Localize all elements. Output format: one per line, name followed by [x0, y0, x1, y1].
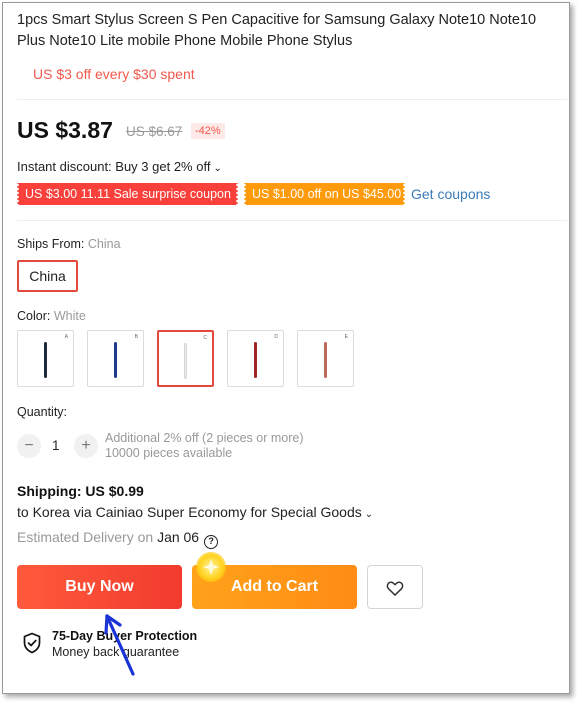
ships-from-title: Ships From: — [17, 237, 85, 251]
color-swatch-a[interactable]: A — [17, 330, 74, 387]
coupon-sale-surprise[interactable]: US $3.00 11.11 Sale surprise coupon — [16, 183, 239, 205]
original-price: US $6.67 — [126, 124, 183, 139]
quantity-discount-note: Additional 2% off (2 pieces or more) — [105, 431, 304, 445]
delivery-date: Jan 06 — [157, 529, 200, 545]
color-label: Color: White — [17, 309, 86, 323]
help-icon[interactable]: ? — [204, 535, 219, 549]
stylus-image — [114, 342, 117, 378]
color-value: White — [53, 309, 86, 323]
store-promo[interactable]: US $3 off every $30 spent — [33, 66, 195, 82]
ships-from-option-china[interactable]: China — [17, 260, 78, 292]
estimated-delivery: Estimated Delivery on Jan 06? — [17, 529, 219, 549]
color-title: Color: — [17, 309, 51, 323]
wishlist-button[interactable] — [367, 565, 423, 609]
swatch-tag: C — [203, 335, 207, 341]
coupon-store-discount[interactable]: US $1.00 off on US $45.00 — [243, 183, 406, 205]
stylus-image — [254, 342, 257, 378]
instant-discount-label: Instant discount: Buy 3 get 2% off — [17, 159, 211, 174]
shipping-method[interactable]: to Korea via Cainiao Super Economy for S… — [17, 504, 373, 520]
ships-from-label: Ships From: China — [17, 237, 121, 251]
swatch-tag: D — [274, 334, 278, 340]
product-title: 1pcs Smart Stylus Screen S Pen Capacitiv… — [17, 12, 537, 49]
get-coupons-link[interactable]: Get coupons — [411, 186, 490, 202]
stylus-image — [324, 342, 327, 378]
quantity-increase-button[interactable]: + — [74, 434, 98, 458]
quantity-note: Additional 2% off (2 pieces or more) 100… — [105, 431, 303, 461]
divider — [17, 220, 567, 221]
sparkle-icon — [196, 552, 226, 582]
discount-badge: -42% — [191, 123, 225, 139]
buy-now-button[interactable]: Buy Now — [17, 565, 182, 609]
swatch-tag: B — [134, 334, 138, 340]
stylus-image — [184, 343, 187, 379]
swatch-tag: E — [344, 334, 348, 340]
annotation-arrow-icon — [104, 614, 135, 676]
quantity-decrease-button[interactable]: − — [17, 434, 41, 458]
ships-from-value: China — [87, 237, 121, 251]
swatch-tag: A — [64, 334, 68, 340]
shield-check-icon — [23, 632, 41, 654]
color-swatch-d[interactable]: D — [227, 330, 284, 387]
chevron-down-icon: ⌄ — [213, 163, 222, 174]
shipping-route-label: to Korea via Cainiao Super Economy for S… — [17, 504, 362, 520]
color-swatch-b[interactable]: B — [87, 330, 144, 387]
quantity-available: 10000 pieces available — [105, 446, 233, 460]
divider — [17, 99, 567, 100]
color-swatch-e[interactable]: E — [297, 330, 354, 387]
quantity-value[interactable]: 1 — [52, 438, 60, 453]
chevron-down-icon: ⌄ — [364, 509, 374, 520]
shipping-cost: Shipping: US $0.99 — [17, 483, 144, 499]
quantity-label: Quantity: — [17, 405, 68, 419]
color-swatch-c-selected[interactable]: C — [157, 330, 214, 387]
current-price: US $3.87 — [17, 117, 113, 143]
instant-discount[interactable]: Instant discount: Buy 3 get 2% off ⌄ — [17, 159, 222, 174]
heart-icon — [386, 581, 404, 596]
delivery-prefix: Estimated Delivery on — [17, 529, 154, 545]
stylus-image — [44, 342, 47, 378]
